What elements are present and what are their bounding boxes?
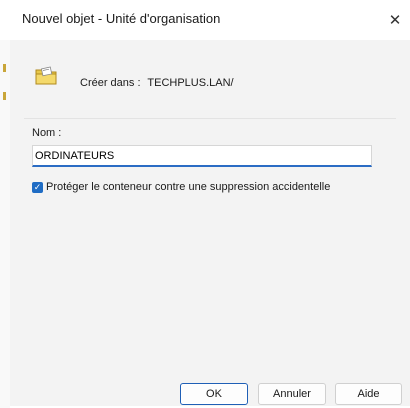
ou-folder-icon bbox=[35, 66, 57, 85]
cancel-button[interactable]: Annuler bbox=[258, 383, 326, 405]
checkmark-icon: ✓ bbox=[33, 181, 42, 192]
create-in-label: Créer dans : bbox=[80, 77, 141, 89]
window-title: Nouvel objet - Unité d'organisation bbox=[22, 11, 221, 26]
name-input[interactable] bbox=[32, 145, 372, 167]
protect-checkbox-label[interactable]: Protéger le conteneur contre une suppres… bbox=[46, 181, 330, 193]
title-bar[interactable]: Nouvel objet - Unité d'organisation ✕ bbox=[0, 0, 410, 40]
protect-checkbox-row[interactable]: ✓ Protéger le conteneur contre une suppr… bbox=[32, 181, 330, 193]
dialog-body: Créer dans : TECHPLUS.LAN/ Nom : ✓ Proté… bbox=[10, 40, 410, 406]
name-label: Nom : bbox=[32, 127, 62, 139]
protect-checkbox[interactable]: ✓ bbox=[32, 181, 43, 193]
background-window-edge bbox=[0, 0, 10, 408]
create-in-path: TECHPLUS.LAN/ bbox=[147, 77, 234, 89]
help-button[interactable]: Aide bbox=[335, 383, 402, 405]
header-divider bbox=[24, 118, 396, 119]
new-ou-dialog: Nouvel objet - Unité d'organisation ✕ Cr… bbox=[0, 0, 410, 408]
close-button[interactable]: ✕ bbox=[380, 6, 410, 34]
close-icon: ✕ bbox=[388, 12, 402, 29]
create-in-row: Créer dans : TECHPLUS.LAN/ bbox=[80, 77, 234, 89]
edge-mark bbox=[3, 92, 6, 100]
ok-button[interactable]: OK bbox=[180, 383, 248, 405]
edge-mark bbox=[3, 64, 6, 72]
